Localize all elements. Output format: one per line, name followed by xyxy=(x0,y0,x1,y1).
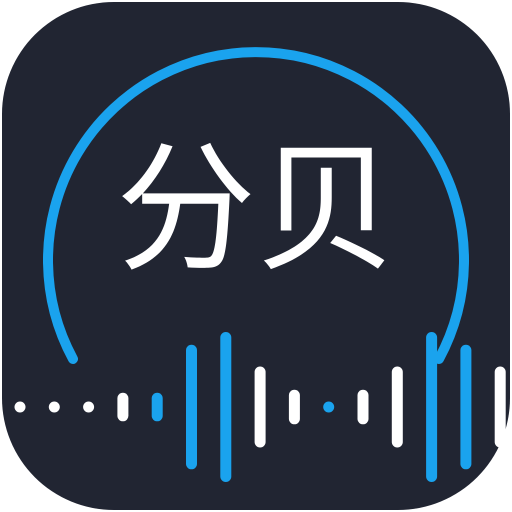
waveform-bar xyxy=(357,389,369,425)
waveform-bar xyxy=(460,344,472,470)
waveform-dot xyxy=(14,401,26,413)
waveform-bar xyxy=(426,332,438,482)
waveform-bar xyxy=(186,344,197,470)
waveform-bar xyxy=(254,366,266,448)
waveform-bar xyxy=(117,392,129,422)
waveform-bar xyxy=(288,389,300,425)
waveform-bar xyxy=(323,401,335,413)
app-title: 分贝 xyxy=(116,129,396,292)
waveform-bar xyxy=(494,366,506,448)
waveform-bar xyxy=(391,366,403,448)
waveform-bar xyxy=(220,332,232,482)
waveform-dot xyxy=(83,401,95,413)
decibel-app-icon[interactable]: 分贝 xyxy=(0,0,512,512)
waveform-dot xyxy=(48,401,60,413)
waveform-bar xyxy=(151,392,163,422)
